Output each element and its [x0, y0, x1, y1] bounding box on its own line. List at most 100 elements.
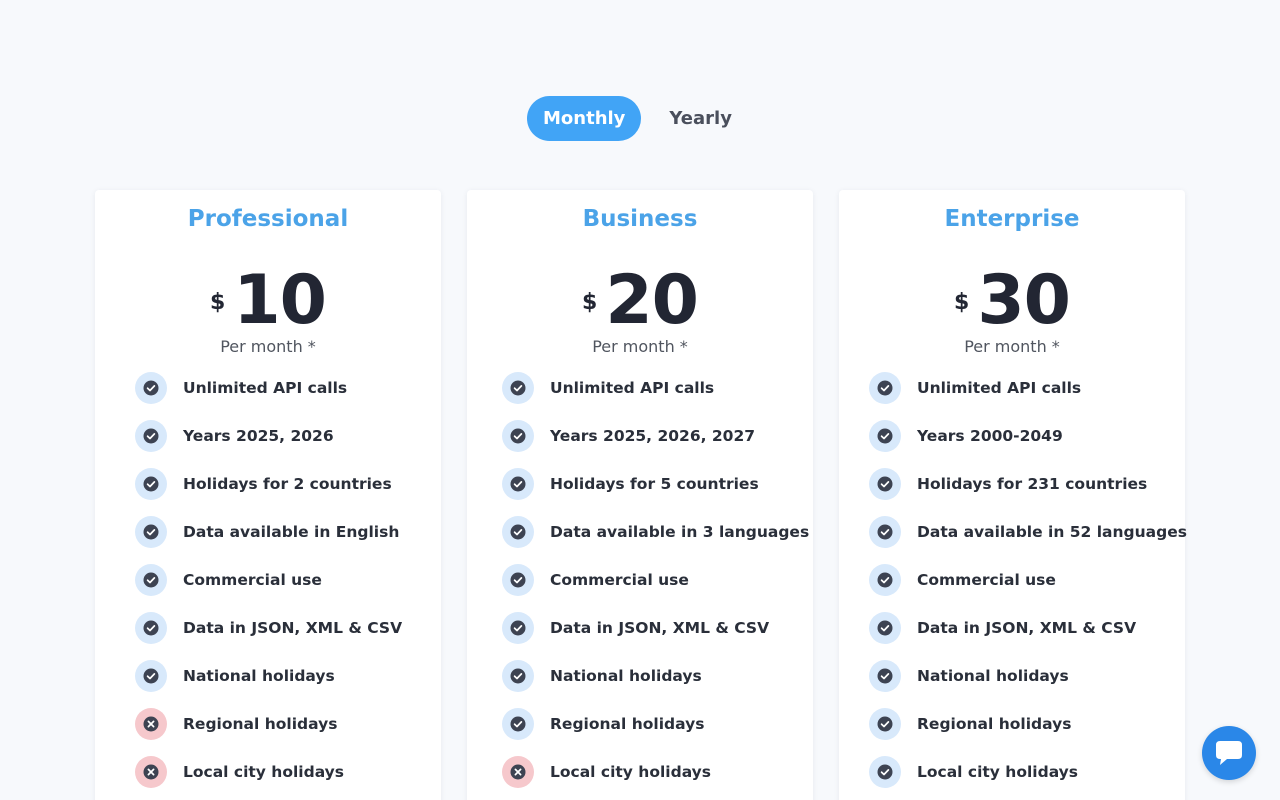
feature-label: Data in JSON, XML & CSV — [183, 619, 403, 637]
feature-item: National holidays — [502, 652, 813, 700]
check-circle-icon — [502, 660, 534, 692]
feature-list: Unlimited API calls Years 2025, 2026, 202… — [467, 364, 813, 796]
pricing-page: Monthly Yearly Professional $ 10 Per mon… — [0, 0, 1280, 800]
check-circle-icon — [135, 468, 167, 500]
check-circle-icon — [869, 372, 901, 404]
check-circle-icon — [869, 516, 901, 548]
feature-label: Holidays for 2 countries — [183, 475, 392, 493]
price-period: Per month * — [220, 337, 316, 356]
feature-item: Data in JSON, XML & CSV — [502, 604, 813, 652]
chat-button[interactable] — [1202, 726, 1256, 780]
check-circle-icon — [502, 516, 534, 548]
plan-price: $ 10 — [95, 267, 441, 335]
currency-symbol: $ — [210, 289, 226, 315]
feature-label: Years 2000-2049 — [917, 427, 1063, 445]
feature-item: Local city holidays — [502, 748, 813, 796]
feature-item: Commercial use — [869, 556, 1185, 604]
plan-card-professional: Professional $ 10 Per month * Unlimited … — [95, 190, 441, 800]
yearly-toggle-button[interactable]: Yearly — [653, 96, 748, 141]
check-circle-icon — [869, 564, 901, 596]
check-circle-icon — [135, 612, 167, 644]
feature-item: National holidays — [135, 652, 441, 700]
billing-toggle: Monthly Yearly — [527, 96, 748, 141]
feature-label: Regional holidays — [917, 715, 1072, 733]
monthly-toggle-button[interactable]: Monthly — [527, 96, 642, 141]
check-circle-icon — [869, 468, 901, 500]
feature-item: Commercial use — [135, 556, 441, 604]
feature-label: Data in JSON, XML & CSV — [917, 619, 1137, 637]
feature-label: Years 2025, 2026, 2027 — [550, 427, 756, 445]
feature-label: Data available in 3 languages — [550, 523, 810, 541]
check-circle-icon — [135, 420, 167, 452]
x-circle-icon — [135, 708, 167, 740]
plan-title: Enterprise — [944, 206, 1080, 232]
feature-item: Unlimited API calls — [502, 364, 813, 412]
check-circle-icon — [869, 708, 901, 740]
feature-label: National holidays — [550, 667, 702, 685]
x-circle-icon — [135, 756, 167, 788]
check-circle-icon — [869, 612, 901, 644]
chat-bubble-icon — [1216, 741, 1242, 765]
feature-label: National holidays — [183, 667, 335, 685]
check-circle-icon — [135, 372, 167, 404]
feature-item: Regional holidays — [135, 700, 441, 748]
check-circle-icon — [502, 468, 534, 500]
feature-item: Years 2025, 2026 — [135, 412, 441, 460]
feature-label: Local city holidays — [917, 763, 1079, 781]
feature-label: Data in JSON, XML & CSV — [550, 619, 770, 637]
feature-label: Holidays for 231 countries — [917, 475, 1148, 493]
plan-title: Professional — [187, 206, 349, 232]
check-circle-icon — [502, 564, 534, 596]
check-circle-icon — [502, 420, 534, 452]
feature-item: Holidays for 5 countries — [502, 460, 813, 508]
feature-label: Commercial use — [550, 571, 689, 589]
check-circle-icon — [135, 660, 167, 692]
plan-card-business: Business $ 20 Per month * Unlimited API … — [467, 190, 813, 800]
feature-item: Unlimited API calls — [869, 364, 1185, 412]
feature-list: Unlimited API calls Years 2000-2049 Holida… — [839, 364, 1187, 796]
feature-item: Commercial use — [502, 556, 813, 604]
plan-title: Business — [582, 206, 698, 232]
feature-item: Data available in English — [135, 508, 441, 556]
check-circle-icon — [502, 708, 534, 740]
feature-item: Regional holidays — [869, 700, 1185, 748]
feature-item: Holidays for 2 countries — [135, 460, 441, 508]
price-amount: 30 — [977, 261, 1071, 340]
feature-label: Unlimited API calls — [917, 379, 1082, 397]
feature-item: Years 2000-2049 — [869, 412, 1185, 460]
feature-label: National holidays — [917, 667, 1069, 685]
feature-label: Regional holidays — [550, 715, 705, 733]
check-circle-icon — [869, 420, 901, 452]
feature-label: Data available in English — [183, 523, 400, 541]
x-circle-icon — [502, 756, 534, 788]
feature-item: Local city holidays — [135, 748, 441, 796]
feature-item: Years 2025, 2026, 2027 — [502, 412, 813, 460]
check-circle-icon — [135, 516, 167, 548]
feature-label: Unlimited API calls — [183, 379, 348, 397]
feature-label: Commercial use — [917, 571, 1056, 589]
feature-item: Data in JSON, XML & CSV — [869, 604, 1185, 652]
feature-label: Holidays for 5 countries — [550, 475, 759, 493]
feature-list: Unlimited API calls Years 2025, 2026 Holid… — [95, 364, 441, 796]
feature-label: Local city holidays — [183, 763, 345, 781]
plan-price: $ 20 — [467, 261, 813, 340]
feature-label: Data available in 52 languages — [917, 523, 1187, 541]
feature-item: National holidays — [869, 652, 1185, 700]
check-circle-icon — [135, 564, 167, 596]
check-circle-icon — [502, 372, 534, 404]
feature-label: Unlimited API calls — [550, 379, 715, 397]
feature-label: Years 2025, 2026 — [183, 427, 334, 445]
feature-label: Regional holidays — [183, 715, 338, 733]
feature-item: Unlimited API calls — [135, 364, 441, 412]
feature-item: Data available in 52 languages — [869, 508, 1187, 556]
feature-label: Commercial use — [183, 571, 322, 589]
check-circle-icon — [869, 756, 901, 788]
feature-label: Local city holidays — [550, 763, 712, 781]
price-period: Per month * — [964, 337, 1060, 356]
feature-item: Holidays for 231 countries — [869, 460, 1185, 508]
price-amount: 20 — [605, 261, 699, 340]
currency-symbol: $ — [582, 289, 598, 315]
feature-item: Regional holidays — [502, 700, 813, 748]
currency-symbol: $ — [954, 289, 970, 315]
plan-card-enterprise: Enterprise $ 30 Per month * Unlimited AP… — [839, 190, 1187, 800]
